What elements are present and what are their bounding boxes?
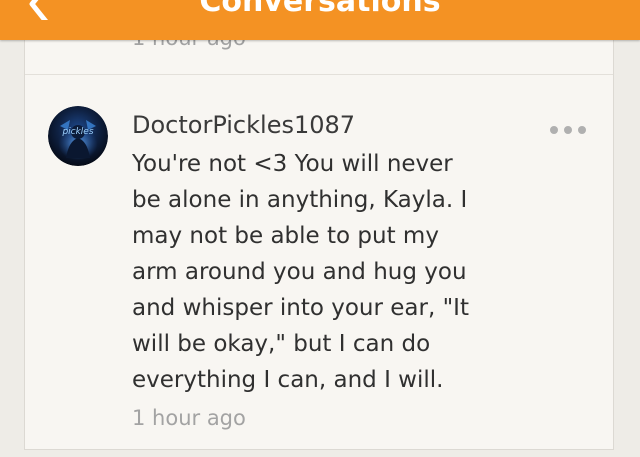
avatar-text: pickles xyxy=(61,127,93,137)
more-options-button[interactable] xyxy=(546,120,590,140)
message-line: arm around you and hug you xyxy=(132,259,467,285)
more-horizontal-icon xyxy=(550,126,586,134)
message-line: You're not <3 You will never xyxy=(132,151,453,177)
avatar[interactable]: pickles xyxy=(48,106,108,166)
message-line: be alone in anything, Kayla. I xyxy=(132,187,468,213)
app-header: Conversations xyxy=(0,0,640,40)
comment-message: You're not <3 You will never be alone in… xyxy=(132,146,477,398)
message-line: and whisper into your ear, "It xyxy=(132,295,469,321)
message-line: may not be able to put my xyxy=(132,223,439,249)
avatar-image: pickles xyxy=(48,106,108,166)
comment-divider xyxy=(25,74,613,75)
comment-timestamp: 1 hour ago xyxy=(132,406,246,430)
message-line: everything I can, and I will. xyxy=(132,367,444,393)
message-line: will be okay," but I can do xyxy=(132,331,431,357)
comment-author[interactable]: DoctorPickles1087 xyxy=(132,110,355,140)
page-title: Conversations xyxy=(199,0,441,19)
